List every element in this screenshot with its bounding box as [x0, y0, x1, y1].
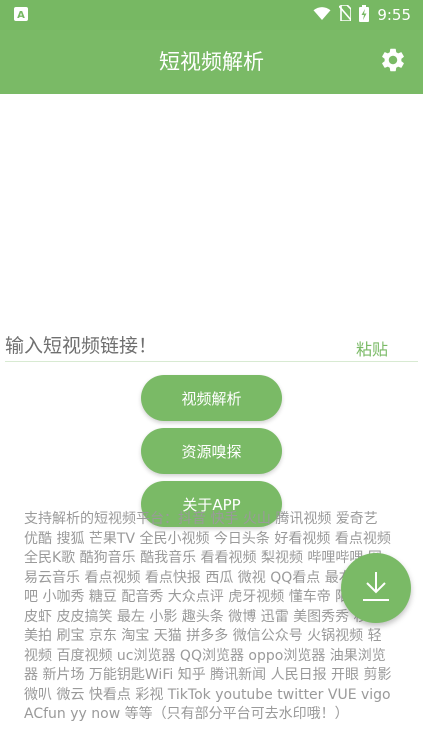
link-input-row: 粘贴	[5, 330, 418, 362]
supported-platforms-text: 支持解析的短视频平台：抖音 快手 火山 腾讯视频 爱奇艺 优酷 搜狐 芒果TV …	[24, 511, 392, 722]
wifi-icon	[313, 6, 331, 25]
paste-button[interactable]: 粘贴	[356, 336, 388, 360]
app-title: 短视频解析	[159, 50, 264, 74]
svg-text:A: A	[17, 10, 25, 21]
download-icon	[361, 570, 391, 606]
status-bar: A 9:55	[0, 0, 423, 30]
app-bar: 短视频解析	[0, 30, 423, 94]
no-sim-icon	[338, 4, 353, 25]
download-fab[interactable]	[341, 553, 411, 623]
resource-sniff-button[interactable]: 资源嗅探	[141, 428, 282, 474]
app-notification-icon: A	[14, 7, 28, 21]
gear-icon	[379, 46, 407, 78]
status-icons: 9:55	[313, 0, 411, 30]
battery-charging-icon	[359, 4, 370, 26]
settings-button[interactable]	[377, 46, 409, 78]
video-parse-button[interactable]: 视频解析	[141, 375, 282, 421]
status-time: 9:55	[377, 6, 411, 24]
video-link-input[interactable]	[5, 330, 335, 362]
